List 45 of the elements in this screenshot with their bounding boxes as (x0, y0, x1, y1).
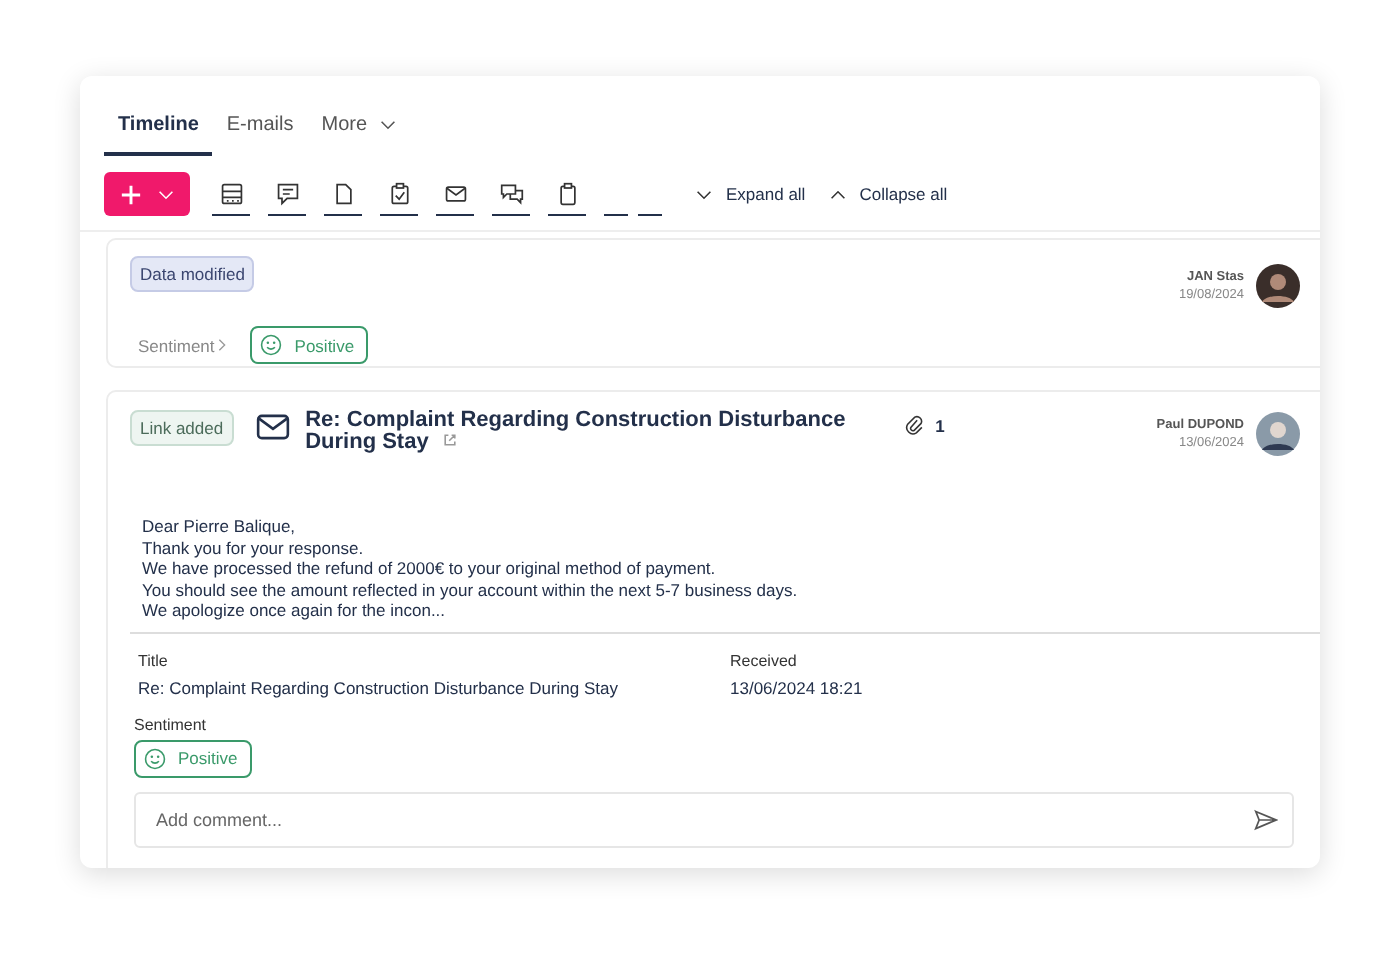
attachment-count[interactable]: 1 (903, 414, 945, 436)
field-label: Received (728, 651, 799, 670)
chevron-down-icon (379, 120, 396, 130)
email-body-line: Thank you for your response. (142, 537, 366, 559)
chat-icon (499, 181, 523, 205)
display-icon (219, 181, 243, 205)
clipboard-icon (555, 181, 579, 205)
avatar (1256, 412, 1300, 456)
smiley-icon (144, 747, 166, 770)
field-value: Re: Complaint Regarding Construction Disturbance During Stay (136, 677, 621, 698)
send-icon[interactable] (1254, 807, 1278, 832)
field-label: Sentiment (132, 715, 209, 734)
collapse-all-button[interactable]: Collapse all (829, 184, 948, 204)
field-value: 13/06/2024 18:21 (728, 677, 865, 698)
chevron-down-icon (696, 189, 712, 199)
add-button[interactable] (104, 172, 190, 216)
file-icon (331, 181, 355, 205)
email-body-line: We apologize once again for the incon... (142, 600, 448, 622)
mail-icon (443, 181, 467, 205)
tab[interactable]: E-mails (212, 96, 308, 156)
chevron-right-icon (218, 338, 227, 352)
sentiment-pill: Positive (250, 326, 369, 364)
email-body-line: You should see the amount reflected in your account within the next 5-7 business days. (142, 579, 800, 601)
chevron-down-icon (158, 189, 174, 199)
email-body-line: Dear Pierre Balique, (142, 516, 298, 538)
email-subject-link[interactable]: Re: Complaint Regarding Construction Disturbance During Stay (305, 410, 856, 454)
plus-icon (120, 183, 142, 205)
data-modified-tag: Data modified (130, 256, 255, 292)
email-body-line: We have processed the refund of 2000€ to your original method of payment. (142, 558, 718, 580)
chevron-up-icon (829, 189, 846, 199)
smiley-icon (260, 334, 283, 356)
mail-icon (255, 414, 290, 440)
comment-icon (275, 181, 299, 205)
expand-all-button[interactable]: Expand all (696, 184, 806, 204)
tab[interactable]: More (307, 96, 410, 156)
comment-field[interactable]: Add comment... (134, 791, 1294, 848)
tab[interactable]: Timeline (104, 96, 213, 156)
link-added-tag: Link added (130, 410, 234, 446)
avatar (1256, 264, 1300, 308)
field-label: Title (136, 651, 170, 670)
sentiment-link[interactable]: Sentiment (130, 335, 227, 355)
sentiment-pill: Positive (134, 739, 252, 778)
checklist-icon (387, 181, 411, 205)
external-link-icon (442, 432, 459, 448)
paperclip-icon (903, 414, 924, 436)
